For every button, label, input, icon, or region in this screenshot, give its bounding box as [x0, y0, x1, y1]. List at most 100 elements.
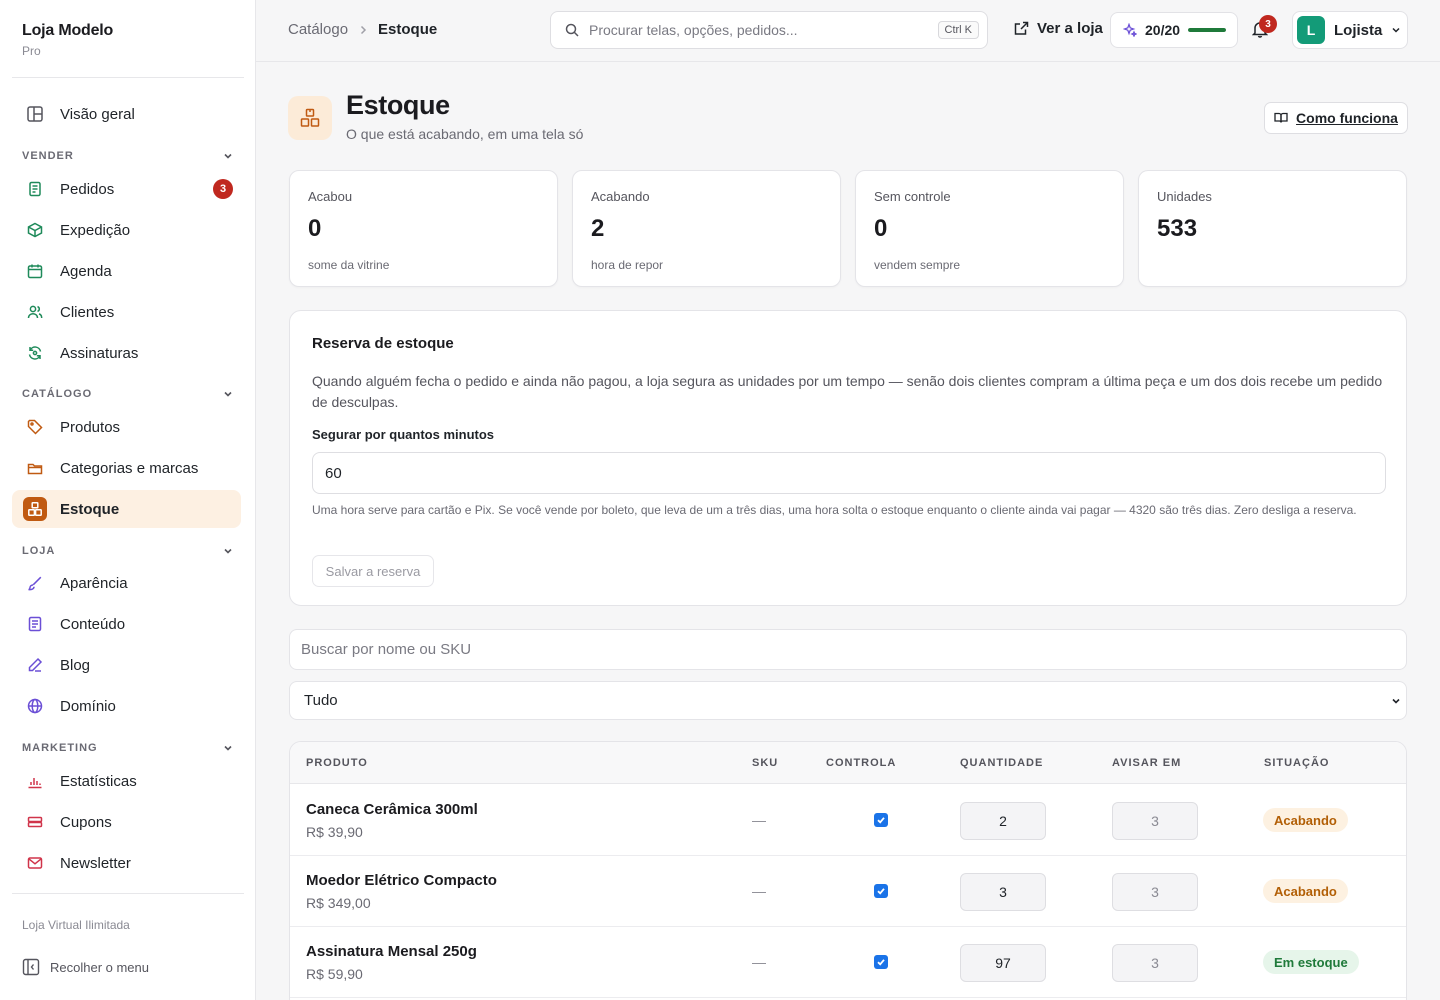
product-name[interactable]: Caneca Cerâmica 300ml [306, 801, 478, 818]
sidebar-item-dominio[interactable]: Domínio [12, 687, 241, 725]
folder-icon [23, 456, 47, 480]
stat-value: 0 [308, 215, 322, 242]
stat-card-unidades: Unidades 533 [1138, 170, 1407, 287]
controls-stock-checkbox[interactable] [874, 813, 888, 827]
product-name[interactable]: Moedor Elétrico Compacto [306, 872, 497, 889]
breadcrumb: Catálogo Estoque [288, 21, 437, 38]
sidebar-item-categorias[interactable]: Categorias e marcas [12, 449, 241, 487]
controls-stock-checkbox[interactable] [874, 884, 888, 898]
tag-icon [23, 415, 47, 439]
column-header-quantity[interactable]: QUANTIDADE [960, 757, 1043, 769]
checkmark-icon [877, 817, 885, 824]
sidebar-item-label: Conteúdo [60, 615, 126, 633]
sidebar-item-label: Cupons [60, 813, 112, 831]
page-title: Estoque [346, 90, 450, 120]
brand[interactable]: Loja Modelo Pro [22, 22, 113, 58]
page-subtitle: O que está acabando, em uma tela só [346, 126, 584, 142]
quantity-input[interactable]: 3 [960, 873, 1046, 911]
global-search[interactable]: Procurar telas, opções, pedidos... Ctrl … [550, 11, 988, 49]
quota-value: 20/20 [1145, 22, 1181, 38]
sidebar-item-agenda[interactable]: Agenda [12, 252, 241, 290]
refresh-icon [23, 341, 47, 365]
quantity-input[interactable]: 97 [960, 944, 1046, 982]
section-loja-toggle[interactable]: LOJA [22, 543, 234, 559]
reservation-help-text: Uma hora serve para cartão e Pix. Se voc… [312, 503, 1357, 517]
bar-chart-icon [23, 769, 47, 793]
column-header-warn-at[interactable]: AVISAR EM [1112, 757, 1181, 769]
receipt-icon [23, 177, 47, 201]
sidebar-item-pedidos[interactable]: Pedidos 3 [12, 170, 241, 208]
section-vender-toggle[interactable]: VENDER [22, 148, 234, 164]
brand-name: Loja Modelo [22, 22, 114, 39]
product-name[interactable]: Assinatura Mensal 250g [306, 943, 477, 960]
view-store-link[interactable]: Ver a loja [1014, 20, 1103, 37]
breadcrumb-parent[interactable]: Catálogo [288, 21, 348, 38]
sparkle-icon [1123, 23, 1137, 37]
plan-footer-text: Loja Virtual Ilimitada [22, 918, 130, 932]
sidebar-item-overview[interactable]: Visão geral [12, 95, 241, 133]
stat-label: Sem controle [874, 189, 951, 204]
how-it-works-button[interactable]: Como funciona [1264, 102, 1408, 134]
warn-threshold-input[interactable]: 3 [1112, 873, 1198, 911]
breadcrumb-current: Estoque [378, 21, 438, 38]
brand-plan: Pro [22, 44, 41, 58]
boxes-icon [23, 497, 47, 521]
sidebar-item-expedicao[interactable]: Expedição [12, 211, 241, 249]
sidebar-item-clientes[interactable]: Clientes [12, 293, 241, 331]
chevron-down-icon [224, 548, 232, 554]
sidebar-item-estatisticas[interactable]: Estatísticas [12, 762, 241, 800]
reservation-minutes-label: Segurar por quantos minutos [312, 427, 495, 442]
package-icon [23, 218, 47, 242]
pen-icon [23, 653, 47, 677]
sidebar-item-newsletter[interactable]: Newsletter [12, 844, 241, 882]
reservation-minutes-input[interactable] [312, 452, 1386, 494]
sidebar-item-cupons[interactable]: Cupons [12, 803, 241, 841]
table-row: Caneca Cerâmica 300ml R$ 39,90 — 2 3 Aca… [290, 785, 1406, 856]
warn-threshold-input[interactable]: 3 [1112, 802, 1198, 840]
save-reservation-button[interactable]: Salvar a reserva [312, 555, 434, 587]
chevron-down-icon [224, 391, 232, 397]
product-price: R$ 349,00 [306, 895, 371, 911]
status-badge: Acabando [1263, 808, 1348, 832]
quantity-input[interactable]: 2 [960, 802, 1046, 840]
user-menu[interactable]: L Lojista [1292, 11, 1408, 49]
product-search-input[interactable] [289, 629, 1407, 670]
controls-stock-checkbox[interactable] [874, 955, 888, 969]
stat-value: 533 [1157, 215, 1198, 242]
sidebar-item-produtos[interactable]: Produtos [12, 408, 241, 446]
sidebar-item-conteudo[interactable]: Conteúdo [12, 605, 241, 643]
section-marketing-toggle[interactable]: MARKETING [22, 740, 234, 756]
sidebar-item-assinaturas[interactable]: Assinaturas [12, 334, 241, 372]
column-header-sku[interactable]: SKU [752, 757, 778, 769]
warn-threshold-input[interactable]: 3 [1112, 944, 1198, 982]
sidebar-item-label: Expedição [60, 221, 131, 239]
boxes-icon [288, 96, 332, 140]
chevron-down-icon [1392, 698, 1400, 704]
sidebar-item-estoque[interactable]: Estoque [12, 490, 241, 528]
external-link-icon [1014, 21, 1029, 35]
mail-icon [23, 851, 47, 875]
column-header-product[interactable]: PRODUTO [306, 757, 368, 769]
ticket-icon [23, 810, 47, 834]
status-badge: Em estoque [1263, 950, 1359, 974]
status-filter-select[interactable]: Tudo [289, 681, 1407, 720]
product-price: R$ 59,90 [306, 966, 363, 982]
section-title: MARKETING [22, 742, 98, 754]
stat-value: 2 [591, 215, 605, 242]
search-icon [565, 23, 579, 37]
sidebar-item-aparencia[interactable]: Aparência [12, 564, 241, 602]
sidebar-item-blog[interactable]: Blog [12, 646, 241, 684]
column-header-status[interactable]: SITUAÇÃO [1264, 757, 1329, 769]
stat-card-sem-controle: Sem controle 0 vendem sempre [855, 170, 1124, 287]
section-catalogo-toggle[interactable]: CATÁLOGO [22, 386, 234, 402]
checkmark-icon [877, 888, 885, 895]
sidebar-item-label: Domínio [60, 697, 116, 715]
orders-count-badge: 3 [213, 179, 233, 199]
section-title: LOJA [22, 545, 56, 557]
collapse-menu-button[interactable]: Recolher o menu [22, 958, 149, 976]
stock-table: PRODUTO SKU CONTROLA QUANTIDADE AVISAR E… [289, 741, 1407, 1000]
ai-quota-indicator[interactable]: 20/20 [1110, 12, 1238, 48]
column-header-controls[interactable]: CONTROLA [826, 757, 896, 769]
how-it-works-label: Como funciona [1296, 110, 1398, 126]
sidebar-item-label: Agenda [60, 262, 112, 280]
